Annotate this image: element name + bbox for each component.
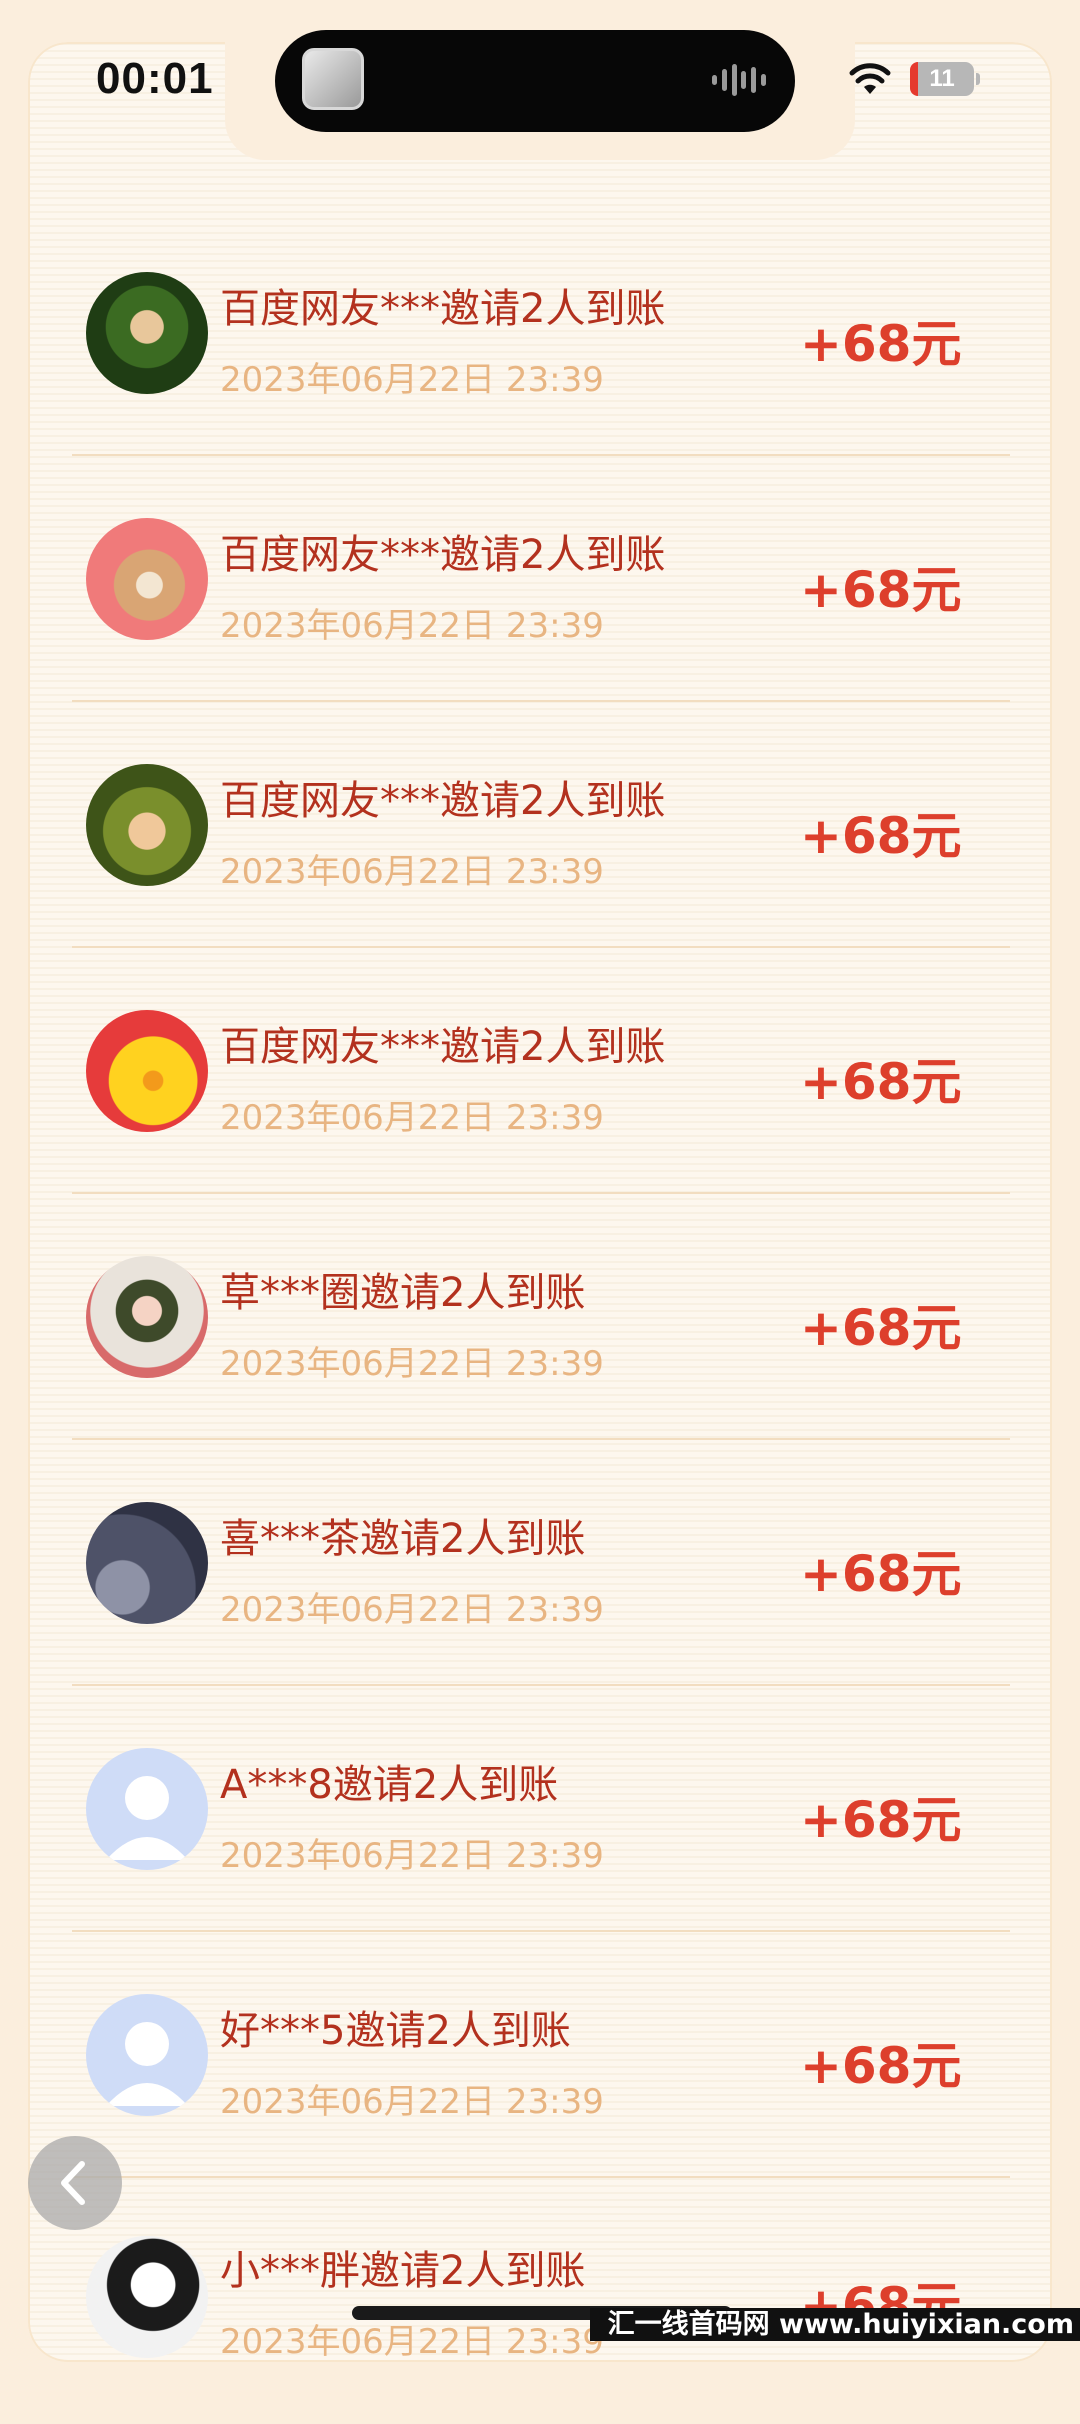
item-title: 好***5邀请2人到账 [220,2008,571,2054]
item-amount: +68元 [800,2037,962,2095]
boy-flower-crown-avatar [86,1256,208,1378]
list-item[interactable]: 好***5邀请2人到账 2023年06月22日 23:39 +68元 [72,1932,1010,2178]
battery-icon: 11 [910,62,980,96]
sketch-person-avatar [86,2236,208,2358]
list-item[interactable]: 百度网友***邀请2人到账 2023年06月22日 23:39 +68元 [72,456,1010,702]
list-item[interactable]: A***8邀请2人到账 2023年06月22日 23:39 +68元 [72,1686,1010,1932]
item-amount: +68元 [800,1053,962,1111]
item-amount: +68元 [800,1791,962,1849]
chevron-left-icon [61,2161,85,2205]
yellow-duck-avatar [86,1010,208,1132]
watermark-text: 汇一线首码网 www.huiyixian.com [590,2308,1080,2341]
item-title: 喜***茶邀请2人到账 [220,1516,586,1562]
screen: 00:01 11 百度网友***邀请2人到账 2023年06月22日 23:39… [0,0,1080,2362]
item-time: 2023年06月22日 23:39 [220,852,604,892]
item-time: 2023年06月22日 23:39 [220,606,604,646]
item-title: 百度网友***邀请2人到账 [220,532,666,578]
status-time: 00:01 [96,54,214,103]
person-silhouette-icon [106,2022,188,2106]
item-title: 草***圈邀请2人到账 [220,1270,586,1316]
item-amount: +68元 [800,561,962,619]
person-silhouette-icon [106,1776,188,1860]
list-item[interactable]: 小***胖邀请2人到账 2023年06月22日 23:39 +68元 [72,2178,1010,2424]
now-playing-thumbnail[interactable] [302,48,364,110]
default-user-avatar [86,1994,208,2116]
sleeping-figure-avatar [86,1502,208,1624]
item-title: 小***胖邀请2人到账 [220,2248,586,2294]
item-time: 2023年06月22日 23:39 [220,1836,604,1876]
item-time: 2023年06月22日 23:39 [220,2082,604,2122]
list-item[interactable]: 百度网友***邀请2人到账 2023年06月22日 23:39 +68元 [72,702,1010,948]
audio-wave-icon [712,62,766,98]
item-amount: +68元 [800,807,962,865]
item-time: 2023年06月22日 23:39 [220,360,604,400]
elf-boy-winking-avatar [86,764,208,886]
item-time: 2023年06月22日 23:39 [220,2322,604,2362]
back-button[interactable] [28,2136,122,2230]
cartoon-bear-avatar [86,518,208,640]
item-amount: +68元 [800,1299,962,1357]
wifi-icon [849,63,891,94]
item-time: 2023年06月22日 23:39 [220,1098,604,1138]
list-item[interactable]: 百度网友***邀请2人到账 2023年06月22日 23:39 +68元 [72,948,1010,1194]
list-item[interactable]: 草***圈邀请2人到账 2023年06月22日 23:39 +68元 [72,1194,1010,1440]
elf-woman-green-avatar [86,272,208,394]
item-amount: +68元 [800,1545,962,1603]
battery-level: 11 [929,65,955,92]
item-title: 百度网友***邀请2人到账 [220,1024,666,1070]
list-item[interactable]: 喜***茶邀请2人到账 2023年06月22日 23:39 +68元 [72,1440,1010,1686]
item-time: 2023年06月22日 23:39 [220,1344,604,1384]
item-amount: +68元 [800,315,962,373]
item-time: 2023年06月22日 23:39 [220,1590,604,1630]
item-title: 百度网友***邀请2人到账 [220,778,666,824]
list-item[interactable]: 百度网友***邀请2人到账 2023年06月22日 23:39 +68元 [72,210,1010,456]
item-title: A***8邀请2人到账 [220,1762,559,1808]
item-title: 百度网友***邀请2人到账 [220,286,666,332]
default-user-avatar [86,1748,208,1870]
